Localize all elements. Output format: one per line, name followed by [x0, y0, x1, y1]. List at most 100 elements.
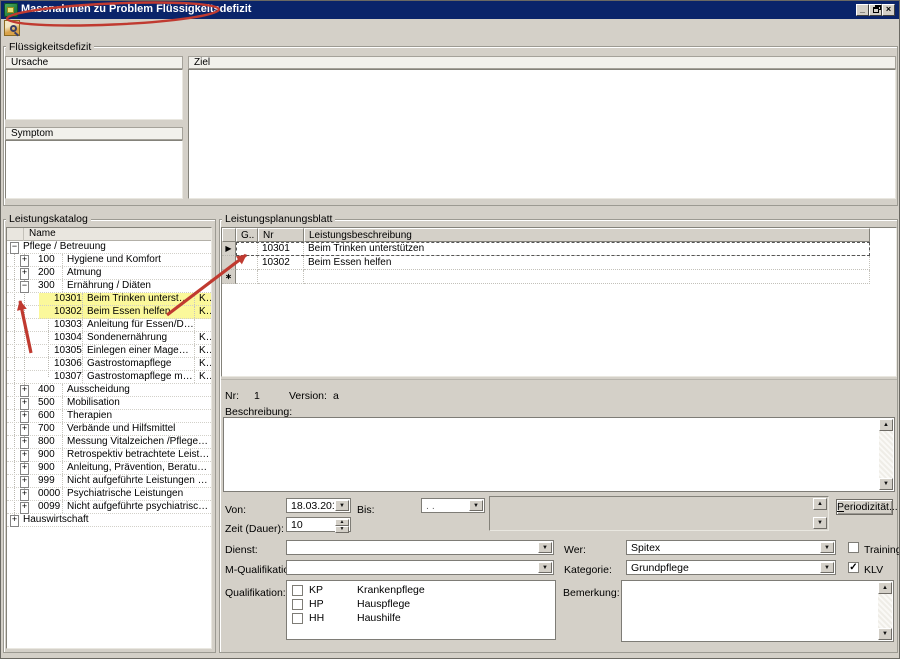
restore-button[interactable] — [869, 4, 882, 16]
klv-checkbox[interactable]: ✓ — [848, 562, 859, 573]
ursache-field[interactable] — [5, 69, 183, 120]
tree-item[interactable]: +100Hygiene und Komfort — [7, 254, 211, 267]
scroll-up-icon[interactable]: ▲ — [879, 419, 893, 431]
qualifikation-checkbox[interactable] — [292, 613, 303, 624]
table-cell-g[interactable] — [236, 256, 258, 270]
expand-icon[interactable]: + — [20, 502, 29, 514]
table-cell-nr[interactable]: 10301 — [258, 242, 304, 256]
zeit-spinner[interactable]: 10 ▲▼ — [286, 517, 351, 532]
training-checkbox[interactable] — [848, 542, 859, 553]
expand-icon[interactable]: + — [20, 255, 29, 267]
tree-item[interactable]: +200Atmung — [7, 267, 211, 280]
tree-item[interactable]: −300Ernährung / Diäten — [7, 280, 211, 293]
ziel-field[interactable] — [188, 69, 896, 199]
qualifikation-checkbox[interactable] — [292, 585, 303, 596]
minimize-button[interactable]: _ — [856, 4, 869, 16]
tree-item[interactable]: +400Ausscheidung — [7, 384, 211, 397]
dropdown-arrow-icon[interactable]: ▼ — [538, 562, 552, 573]
bis-date-combo[interactable]: . . ▼ — [421, 498, 485, 513]
expand-icon[interactable]: + — [20, 489, 29, 501]
table-cell-beschreibung[interactable] — [304, 270, 870, 284]
scroll-track[interactable] — [879, 431, 893, 478]
collapse-icon[interactable]: − — [10, 242, 19, 254]
dropdown-arrow-icon[interactable]: ▼ — [469, 500, 483, 511]
close-button[interactable]: × — [882, 4, 895, 16]
expand-icon[interactable]: + — [10, 515, 19, 527]
dropdown-arrow-icon[interactable]: ▼ — [335, 500, 349, 511]
expand-icon[interactable]: + — [20, 463, 29, 475]
tree-item[interactable]: +0099Nicht aufgeführte psychiatrische Le… — [7, 501, 211, 514]
catalog-tree[interactable]: Name −Pflege / Betreuung+100Hygiene und … — [6, 227, 212, 649]
spin-down-icon[interactable]: ▼ — [335, 526, 349, 533]
dienst-combo[interactable]: ▼ — [286, 540, 554, 555]
tree-item[interactable]: +900Anleitung, Prävention, Beratung, Beg… — [7, 462, 211, 475]
table-row[interactable]: 10302 Beim Essen helfen — [222, 256, 896, 270]
find-icon[interactable] — [4, 20, 20, 36]
table-header-beschreibung[interactable]: Leistungsbeschreibung — [304, 228, 870, 242]
tree-item[interactable]: 10301Beim Trinken unterstützenKLV — [7, 293, 211, 306]
dropdown-arrow-icon[interactable]: ▼ — [820, 562, 834, 573]
tree-column-header[interactable]: Name — [7, 228, 211, 241]
collapse-icon[interactable]: − — [20, 281, 29, 293]
tree-item[interactable]: 10303Anleitung für Essen/Diät — [7, 319, 211, 332]
expand-icon[interactable]: + — [20, 450, 29, 462]
table-cell-beschreibung[interactable]: Beim Trinken unterstützen — [304, 242, 870, 256]
tree-item[interactable]: +0000Psychiatrische Leistungen — [7, 488, 211, 501]
scroll-up-icon[interactable]: ▲ — [878, 582, 892, 594]
beschreibung-textarea[interactable]: ▲▼ — [223, 417, 895, 492]
expand-icon[interactable]: + — [20, 476, 29, 488]
tree-item[interactable]: 10302Beim Essen helfenKLV — [7, 306, 211, 319]
table-cell-beschreibung[interactable]: Beim Essen helfen — [304, 256, 870, 270]
expand-icon[interactable]: + — [20, 385, 29, 397]
tree-item[interactable]: +600Therapien — [7, 410, 211, 423]
table-cell-g[interactable] — [236, 242, 258, 256]
table-cell-nr[interactable]: 10302 — [258, 256, 304, 270]
qualifikation-item[interactable]: HP Hauspflege — [287, 598, 555, 611]
mqualifikation-combo[interactable]: ▼ — [286, 560, 554, 575]
qualifikation-checkbox[interactable] — [292, 599, 303, 610]
bemerkung-textarea[interactable]: ▲▼ — [621, 580, 894, 642]
expand-icon[interactable]: + — [20, 268, 29, 280]
scroll-track[interactable] — [878, 594, 892, 628]
kategorie-combo[interactable]: Grundpflege ▼ — [626, 560, 836, 575]
tree-item-label: Nicht aufgeführte Leistungen Pflege / Be… — [67, 475, 210, 487]
beschreibung-scrollbar[interactable]: ▲▼ — [879, 419, 893, 490]
tree-item[interactable]: 10305Einlegen einer MagensondeKLV — [7, 345, 211, 358]
bemerkung-scrollbar[interactable]: ▲▼ — [878, 582, 892, 640]
von-date-combo[interactable]: 18.03.2016 ▼ — [286, 498, 351, 513]
expand-icon[interactable]: + — [20, 398, 29, 410]
symptom-field[interactable] — [5, 140, 183, 199]
planning-table[interactable]: G.. Nr Leistungsbeschreibung ▶ 10301 Bei… — [221, 227, 897, 377]
table-header-nr[interactable]: Nr — [258, 228, 304, 242]
table-new-row[interactable]: ∗ — [222, 270, 896, 284]
qualifikation-item[interactable]: HH Haushilfe — [287, 612, 555, 625]
dropdown-arrow-icon[interactable]: ▼ — [820, 542, 834, 553]
tree-item[interactable]: +500Mobilisation — [7, 397, 211, 410]
spin-up-icon[interactable]: ▲ — [335, 519, 349, 526]
tree-item[interactable]: +800Messung Vitalzeichen /Pflegehandlung… — [7, 436, 211, 449]
scroll-down-icon[interactable]: ▼ — [879, 478, 893, 490]
qualifikation-list[interactable]: KP Krankenpflege HP Hauspflege HH Haushi… — [286, 580, 556, 640]
spinner-buttons[interactable]: ▲▼ — [335, 519, 349, 530]
qualifikation-item[interactable]: KP Krankenpflege — [287, 584, 555, 597]
expand-icon[interactable]: + — [20, 411, 29, 423]
tree-item[interactable]: 10306GastrostomapflegeKLV — [7, 358, 211, 371]
expand-icon[interactable]: + — [20, 437, 29, 449]
tree-item[interactable]: 10307Gastrostomapflege mit Kompl...KLV — [7, 371, 211, 384]
table-cell-g[interactable] — [236, 270, 258, 284]
tree-item[interactable]: +Hauswirtschaft — [7, 514, 211, 527]
tree-item-label: Mobilisation — [67, 397, 210, 409]
tree-item[interactable]: +999Nicht aufgeführte Leistungen Pflege … — [7, 475, 211, 488]
tree-item[interactable]: −Pflege / Betreuung — [7, 241, 211, 254]
tree-item[interactable]: +900Retrospektiv betrachtete Leistungen — [7, 449, 211, 462]
expand-icon[interactable]: + — [20, 424, 29, 436]
table-header-g[interactable]: G.. — [236, 228, 258, 242]
tree-item[interactable]: +700Verbände und Hilfsmittel — [7, 423, 211, 436]
tree-item[interactable]: 10304SondenernährungKLV — [7, 332, 211, 345]
scroll-down-icon[interactable]: ▼ — [878, 628, 892, 640]
periodizitaet-button[interactable]: Periodizität... — [836, 499, 893, 515]
table-row[interactable]: ▶ 10301 Beim Trinken unterstützen — [222, 242, 896, 256]
table-cell-nr[interactable] — [258, 270, 304, 284]
dropdown-arrow-icon[interactable]: ▼ — [538, 542, 552, 553]
wer-combo[interactable]: Spitex ▼ — [626, 540, 836, 555]
